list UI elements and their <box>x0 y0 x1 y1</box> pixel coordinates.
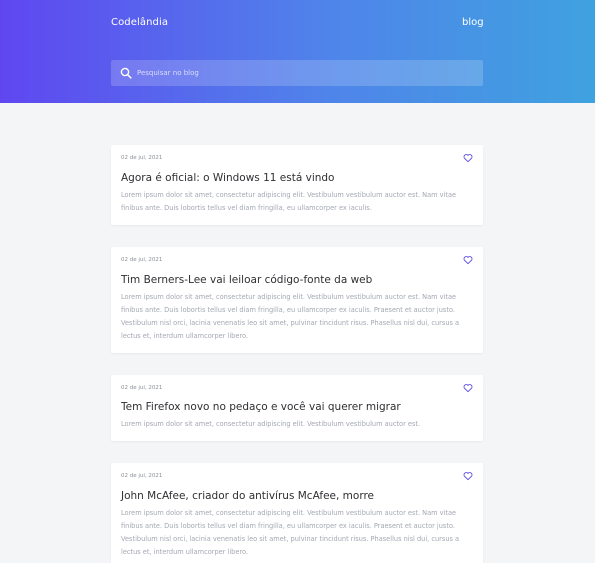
post-card[interactable]: 02 de jul, 2021 Agora é oficial: o Windo… <box>111 145 483 225</box>
post-title[interactable]: Agora é oficial: o Windows 11 está vindo <box>121 172 334 184</box>
post-title[interactable]: Tim Berners-Lee vai leiloar código-fonte… <box>121 274 372 286</box>
post-title[interactable]: Tem Firefox novo no pedaço e você vai qu… <box>121 401 401 413</box>
post-title[interactable]: John McAfee, criador do antivírus McAfee… <box>121 490 374 502</box>
heart-icon[interactable] <box>463 255 473 265</box>
heart-icon[interactable] <box>463 383 473 393</box>
post-date: 02 de jul, 2021 <box>121 155 163 161</box>
post-excerpt: Lorem ipsum dolor sit amet, consectetur … <box>121 420 421 428</box>
post-card[interactable]: 02 de jul, 2021 John McAfee, criador do … <box>111 463 483 563</box>
post-date: 02 de jul, 2021 <box>121 257 163 263</box>
heart-icon[interactable] <box>463 153 473 163</box>
post-excerpt: Lorem ipsum dolor sit amet, consectetur … <box>121 509 460 556</box>
post-date: 02 de jul, 2021 <box>121 385 163 391</box>
search-icon <box>120 67 132 79</box>
brand-logo[interactable]: Codelândia <box>111 17 168 28</box>
post-date: 02 de jul, 2021 <box>121 473 163 479</box>
search-input[interactable] <box>137 60 477 86</box>
post-excerpt: Lorem ipsum dolor sit amet, consectetur … <box>121 293 460 340</box>
heart-icon[interactable] <box>463 471 473 481</box>
nav-blog-link[interactable]: blog <box>462 17 484 28</box>
post-card[interactable]: 02 de jul, 2021 Tem Firefox novo no peda… <box>111 375 483 441</box>
post-card[interactable]: 02 de jul, 2021 Tim Berners-Lee vai leil… <box>111 247 483 353</box>
post-excerpt: Lorem ipsum dolor sit amet, consectetur … <box>121 191 457 212</box>
search-bar[interactable] <box>111 60 483 86</box>
header: Codelândia blog <box>0 0 595 103</box>
